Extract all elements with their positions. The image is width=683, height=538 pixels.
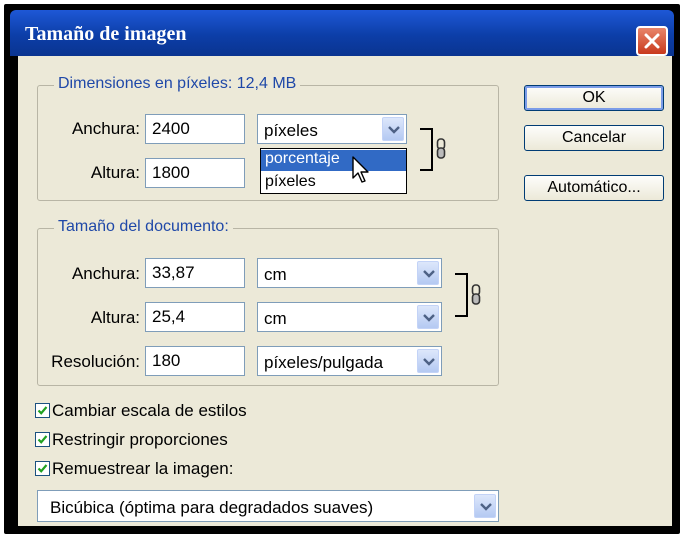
- pixel-unit-dropdown-list: porcentaje píxeles: [260, 148, 407, 194]
- checkmark-icon: [37, 406, 48, 415]
- constrain-option[interactable]: Restringir proporciones: [35, 430, 255, 450]
- doc-width-label: Anchura:: [71, 264, 140, 283]
- scale-styles-option[interactable]: Cambiar escala de estilos: [35, 401, 275, 421]
- resolution-label: Resolución:: [51, 352, 140, 371]
- doc-link-bracket: [455, 273, 468, 317]
- pixel-unit-select[interactable]: píxeles: [257, 114, 407, 144]
- pixel-height-label: Altura:: [90, 163, 140, 182]
- resample-method-value: Bicúbica (óptima para degradados suaves): [50, 498, 374, 517]
- scale-styles-checkbox[interactable]: [35, 403, 50, 418]
- dropdown-arrow-icon[interactable]: [382, 117, 404, 141]
- pixel-dimensions-legend: Dimensiones en píxeles: 12,4 MB: [54, 75, 301, 93]
- dropdown-arrow-icon[interactable]: [417, 349, 439, 373]
- mouse-pointer-icon: [352, 156, 369, 183]
- constrain-checkbox[interactable]: [35, 432, 50, 447]
- dropdown-option-porcentaje[interactable]: porcentaje: [261, 150, 406, 171]
- ok-button[interactable]: OK: [524, 85, 664, 111]
- checkmark-icon: [37, 435, 48, 444]
- cancel-button[interactable]: Cancelar: [524, 125, 664, 151]
- chain-link-icon: [436, 138, 446, 159]
- resolution-input[interactable]: 180: [145, 346, 245, 376]
- resample-label[interactable]: Remuestrear la imagen:: [52, 459, 233, 479]
- dropdown-arrow-icon[interactable]: [417, 305, 439, 329]
- doc-height-unit-value: cm: [264, 309, 287, 328]
- doc-width-input[interactable]: 33,87: [145, 258, 245, 288]
- doc-height-input[interactable]: 25,4: [145, 302, 245, 332]
- resolution-unit-select[interactable]: píxeles/pulgada: [257, 346, 442, 376]
- doc-height-label: Altura:: [90, 308, 140, 327]
- pixel-width-label: Anchura:: [71, 119, 140, 138]
- close-icon: [644, 33, 660, 49]
- resample-option[interactable]: Remuestrear la imagen:: [35, 459, 265, 479]
- doc-height-unit-select[interactable]: cm: [257, 302, 442, 332]
- resolution-unit-value: píxeles/pulgada: [264, 353, 384, 372]
- doc-width-unit-value: cm: [264, 265, 287, 284]
- pixel-height-input[interactable]: 1800: [145, 158, 245, 188]
- dropdown-arrow-icon[interactable]: [417, 261, 439, 285]
- chain-link-icon: [471, 284, 481, 305]
- auto-button[interactable]: Automático...: [524, 175, 664, 201]
- title-bar[interactable]: Tamaño de imagen: [10, 10, 674, 56]
- resample-checkbox[interactable]: [35, 461, 50, 476]
- pixel-unit-value: píxeles: [264, 121, 318, 140]
- dropdown-arrow-icon[interactable]: [474, 494, 496, 518]
- close-button[interactable]: [636, 26, 668, 56]
- pixel-link-bracket: [420, 128, 433, 171]
- document-size-legend: Tamaño del documento:: [54, 218, 233, 236]
- dropdown-option-pixeles[interactable]: píxeles: [261, 173, 406, 194]
- resample-method-select[interactable]: Bicúbica (óptima para degradados suaves): [37, 490, 499, 522]
- scale-styles-label[interactable]: Cambiar escala de estilos: [52, 401, 247, 421]
- window-title: Tamaño de imagen: [25, 23, 187, 45]
- constrain-label[interactable]: Restringir proporciones: [52, 430, 228, 450]
- checkmark-icon: [37, 464, 48, 473]
- pixel-width-input[interactable]: 2400: [145, 114, 245, 144]
- doc-width-unit-select[interactable]: cm: [257, 258, 442, 288]
